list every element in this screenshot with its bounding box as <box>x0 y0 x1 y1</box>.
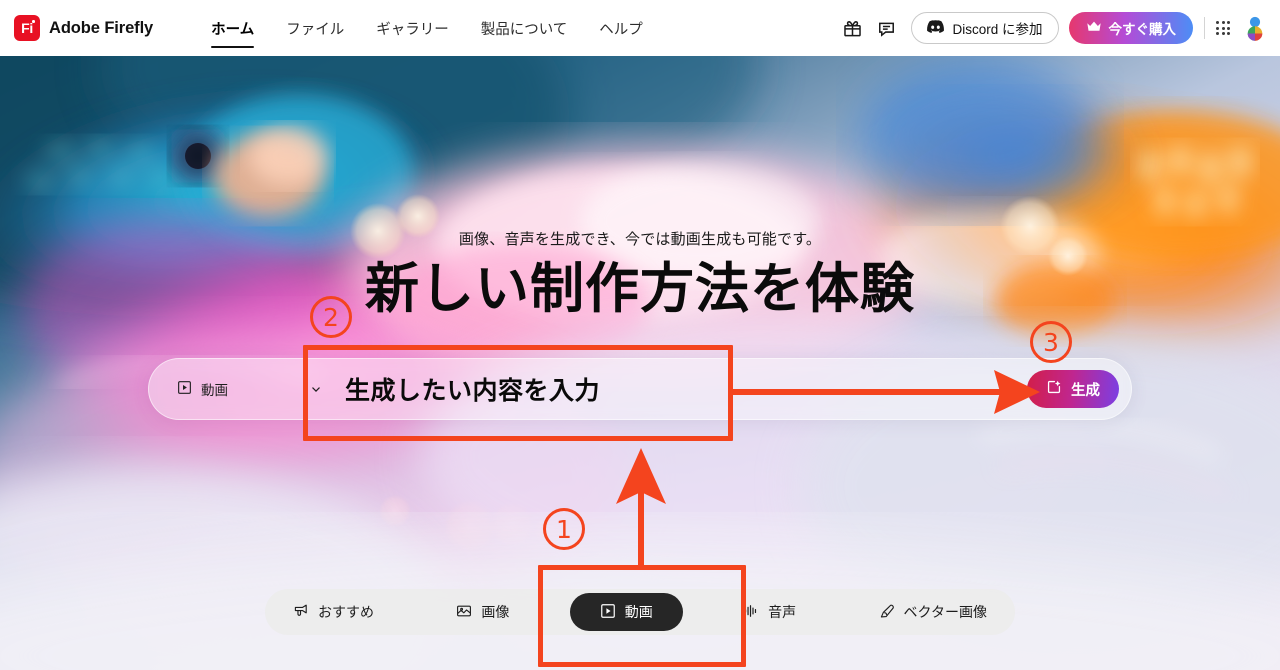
hero-subtitle: 画像、音声を生成でき、今では動画生成も可能です。 <box>458 231 822 248</box>
prompt-input[interactable] <box>345 374 1027 404</box>
tab-image-label: 画像 <box>481 604 510 620</box>
app-header: Fi Adobe Firefly ホーム ファイル ギャラリー 製品について ヘ… <box>0 0 1280 56</box>
tab-recommended-label: おすすめ <box>318 604 374 620</box>
image-icon <box>456 603 472 622</box>
tab-image[interactable]: 画像 <box>434 593 531 631</box>
tab-video[interactable]: 動画 <box>569 593 683 631</box>
main-navigation: ホーム ファイル ギャラリー 製品について ヘルプ <box>195 0 659 56</box>
vector-pen-icon <box>879 603 895 622</box>
firefly-logo-text: Fi <box>21 20 33 36</box>
generate-button-label: 生成 <box>1071 382 1100 399</box>
generate-sparkle-icon <box>1046 379 1062 399</box>
mode-tab-bar: おすすめ 画像 動画 音声 ベクター画像 <box>265 589 1015 635</box>
buy-now-label: 今すぐ購入 <box>1108 22 1177 37</box>
crown-icon <box>1086 20 1102 36</box>
generate-button[interactable]: 生成 <box>1027 370 1119 408</box>
hero-title: 新しい制作方法を体験 <box>365 259 915 319</box>
chevron-down-icon[interactable] <box>309 382 323 396</box>
user-avatar[interactable] <box>1242 15 1268 41</box>
audio-wave-icon <box>743 603 759 622</box>
firefly-home-page: Fi Adobe Firefly ホーム ファイル ギャラリー 製品について ヘ… <box>0 0 1280 670</box>
app-grid-icon[interactable] <box>1216 21 1230 35</box>
tab-recommended[interactable]: おすすめ <box>271 593 396 631</box>
hero-section: 画像、音声を生成でき、今では動画生成も可能です。 新しい制作方法を体験 動画 生… <box>0 56 1280 670</box>
nav-item-home[interactable]: ホーム <box>195 0 270 56</box>
nav-item-help[interactable]: ヘルプ <box>583 0 659 56</box>
discord-icon <box>927 20 945 36</box>
feedback-icon[interactable] <box>869 11 903 45</box>
gift-icon[interactable] <box>835 11 869 45</box>
discord-join-label: Discord に参加 <box>952 22 1043 37</box>
header-divider <box>1204 17 1205 39</box>
video-icon <box>600 603 616 622</box>
nav-item-gallery[interactable]: ギャラリー <box>360 0 465 56</box>
header-actions: Discord に参加 今すぐ購入 <box>835 11 1268 45</box>
brand-name: Adobe Firefly <box>49 18 154 37</box>
nav-item-files[interactable]: ファイル <box>270 0 360 56</box>
tab-audio[interactable]: 音声 <box>721 593 818 631</box>
discord-join-button[interactable]: Discord に参加 <box>911 12 1059 44</box>
firefly-logo-icon: Fi <box>14 15 40 41</box>
nav-item-about[interactable]: 製品について <box>465 0 584 56</box>
megaphone-icon <box>293 603 309 622</box>
prompt-mode-label: 動画 <box>201 383 228 398</box>
brand-logo-area[interactable]: Fi Adobe Firefly <box>14 15 153 41</box>
video-icon <box>177 380 192 398</box>
tab-vector-label: ベクター画像 <box>903 604 987 620</box>
tab-audio-label: 音声 <box>768 604 797 620</box>
tab-video-label: 動画 <box>624 604 653 620</box>
prompt-bar: 動画 生成 <box>148 358 1132 420</box>
buy-now-button[interactable]: 今すぐ購入 <box>1068 12 1193 44</box>
prompt-mode-selector[interactable]: 動画 <box>177 379 327 399</box>
tab-vector[interactable]: ベクター画像 <box>857 593 1009 631</box>
